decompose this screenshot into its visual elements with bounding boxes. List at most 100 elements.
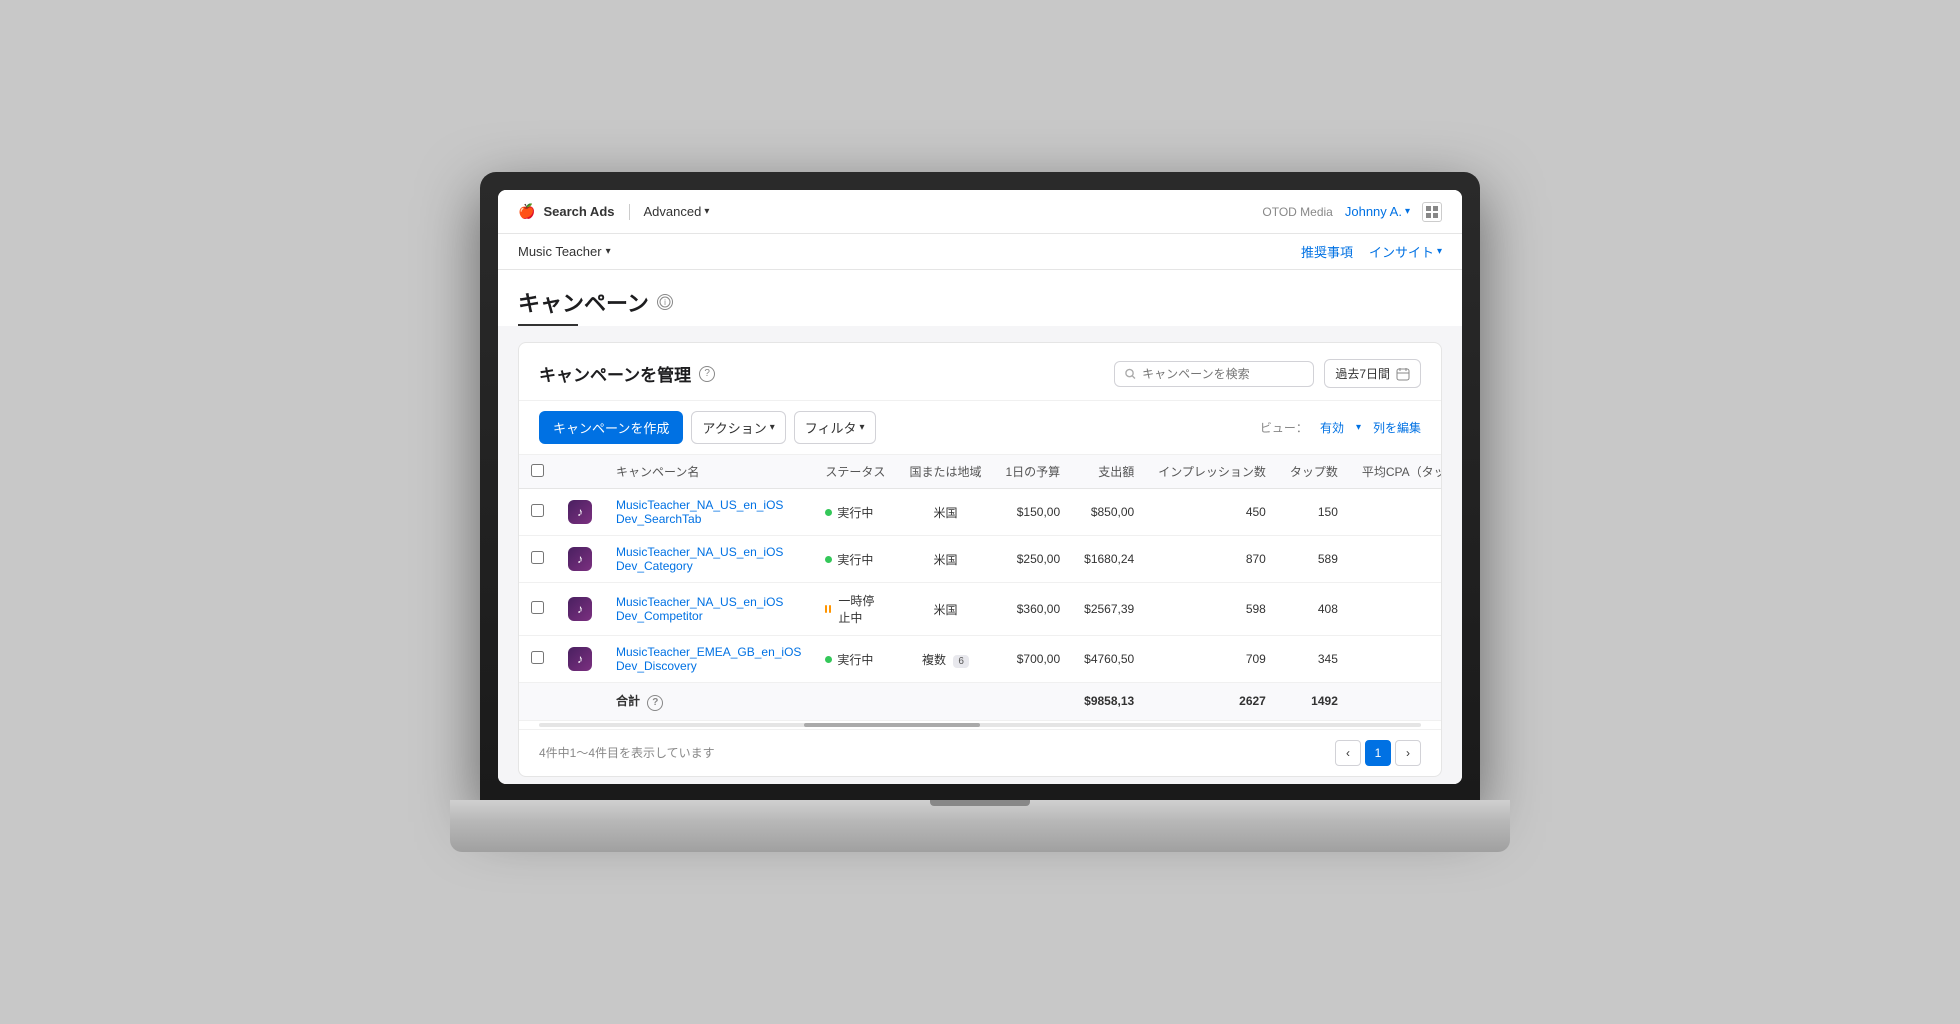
search-icon: [1125, 368, 1136, 380]
header-avg-cpa: 平均CPA（タップスルー）: [1350, 455, 1442, 489]
chevron-down-icon: ▾: [704, 206, 709, 217]
horizontal-scrollbar[interactable]: [539, 723, 1421, 727]
campaign-name-link[interactable]: MusicTeacher_NA_US_en_iOS Dev_SearchTab: [616, 498, 783, 526]
card-header: キャンペーンを管理 ?: [519, 343, 1441, 401]
header-region: 国または地域: [897, 455, 993, 489]
edit-columns-button[interactable]: 列を編集: [1373, 419, 1421, 436]
total-info-icon[interactable]: ?: [647, 695, 663, 711]
content-area: キャンペーンを管理 ?: [498, 326, 1462, 784]
pagination-controls: ‹ 1 ›: [1335, 740, 1421, 766]
section-info-icon[interactable]: ?: [699, 366, 715, 382]
daily-budget-value: $150,00: [993, 489, 1072, 536]
daily-budget-value: $250,00: [993, 536, 1072, 583]
date-filter-button[interactable]: 過去7日間: [1324, 359, 1421, 388]
filter-dropdown-button[interactable]: フィルタ ▾: [794, 411, 876, 444]
campaign-name-link[interactable]: MusicTeacher_EMEA_GB_en_iOS Dev_Discover…: [616, 645, 801, 673]
table-row: ♪ MusicTeacher_NA_US_en_iOS Dev_SearchTab…: [519, 489, 1442, 536]
view-value-button[interactable]: 有効: [1320, 419, 1344, 436]
app-icon: ♪: [568, 547, 592, 571]
search-ads-label: Search Ads: [543, 204, 614, 219]
campaign-search-input[interactable]: [1142, 367, 1303, 381]
header-impressions: インプレッション数: [1146, 455, 1278, 489]
user-menu-button[interactable]: Johnny A. ▾: [1345, 204, 1410, 219]
running-dot-icon: [825, 656, 832, 663]
header-campaign-name: キャンペーン名: [604, 455, 813, 489]
view-label: ビュー：: [1260, 419, 1308, 436]
spend-value: $2567,39: [1072, 583, 1146, 636]
campaign-name-link[interactable]: MusicTeacher_NA_US_en_iOS Dev_Competitor: [616, 595, 783, 623]
total-taps: 1492: [1278, 683, 1350, 721]
status-badge: 実行中: [825, 504, 873, 521]
table-row: ♪MusicTeacher_EMEA_GB_en_iOS Dev_Discove…: [519, 636, 1442, 683]
page-title-info-icon[interactable]: i: [657, 294, 673, 310]
region-value: 複数: [922, 653, 946, 667]
header-daily-budget: 1日の予算: [993, 455, 1072, 489]
header-checkbox-col: [519, 455, 556, 489]
total-row: 合計 ? $9858,13 2627 1492 $2,83: [519, 683, 1442, 721]
scrollbar-thumb: [804, 723, 980, 727]
total-spend: $9858,13: [1072, 683, 1146, 721]
nav-divider: [629, 204, 630, 220]
table-row: ♪ MusicTeacher_NA_US_en_iOS Dev_Competito…: [519, 583, 1442, 636]
status-badge: 一時停止中: [825, 592, 885, 626]
page-1-button[interactable]: 1: [1365, 740, 1391, 766]
search-box[interactable]: [1114, 361, 1314, 387]
prev-page-button[interactable]: ‹: [1335, 740, 1361, 766]
taps-value: 345: [1278, 636, 1350, 683]
pause-icon: [825, 605, 831, 613]
nav-right: OTOD Media Johnny A. ▾: [1262, 202, 1442, 222]
user-chevron-icon: ▾: [1405, 206, 1410, 217]
calendar-icon: [1396, 367, 1410, 381]
region-value: 米国: [933, 506, 957, 520]
avg-cpa-value: $2,05: [1350, 583, 1442, 636]
impressions-value: 598: [1146, 583, 1278, 636]
footer-notes: レポートにはリアルタイムのデータが表示されているわけではありません。過去3時間以…: [518, 777, 1442, 785]
row-checkbox-0[interactable]: [531, 504, 544, 517]
row-checkbox-2[interactable]: [531, 601, 544, 614]
org-label: OTOD Media: [1262, 205, 1332, 219]
action-dropdown-button[interactable]: アクション ▾: [691, 411, 785, 444]
app-chevron-icon: ▾: [606, 246, 611, 257]
daily-budget-value: $360,00: [993, 583, 1072, 636]
campaign-card: キャンペーンを管理 ?: [518, 342, 1442, 777]
view-chevron-icon: ▾: [1356, 422, 1361, 433]
spend-value: $850,00: [1072, 489, 1146, 536]
card-controls: 過去7日間: [1114, 359, 1421, 388]
apple-logo-icon: 🍎: [518, 203, 535, 220]
taps-value: 408: [1278, 583, 1350, 636]
insights-link[interactable]: インサイト: [1369, 242, 1434, 261]
app-icon: ♪: [568, 500, 592, 524]
layout-toggle-button[interactable]: [1422, 202, 1442, 222]
table-row: ♪MusicTeacher_NA_US_en_iOS Dev_Category …: [519, 536, 1442, 583]
daily-budget-value: $700,00: [993, 636, 1072, 683]
advanced-button[interactable]: Advanced ▾: [644, 204, 710, 219]
campaign-name-link[interactable]: MusicTeacher_NA_US_en_iOS Dev_Category: [616, 545, 783, 573]
running-dot-icon: [825, 509, 832, 516]
status-badge: 実行中: [825, 551, 873, 568]
page-header: キャンペーン i: [498, 270, 1462, 326]
next-page-button[interactable]: ›: [1395, 740, 1421, 766]
page-title-row: キャンペーン i: [518, 286, 1442, 318]
total-impressions: 2627: [1146, 683, 1278, 721]
filter-chevron-icon: ▾: [860, 422, 865, 433]
select-all-checkbox[interactable]: [531, 464, 544, 477]
page-title: キャンペーン: [518, 286, 649, 318]
row-checkbox-1[interactable]: [531, 551, 544, 564]
nav-left: 🍎 Search Ads Advanced ▾: [518, 203, 709, 220]
row-checkbox-3[interactable]: [531, 651, 544, 664]
table-body: ♪ MusicTeacher_NA_US_en_iOS Dev_SearchTab…: [519, 489, 1442, 721]
top-navigation: 🍎 Search Ads Advanced ▾ OTOD Media Jo: [498, 190, 1462, 234]
app-icon: ♪: [568, 597, 592, 621]
avg-cpa-value: $4,50: [1350, 636, 1442, 683]
recommendations-link[interactable]: 推奨事項: [1301, 242, 1353, 261]
create-campaign-button[interactable]: キャンペーンを作成: [539, 411, 683, 444]
spend-value: $1680,24: [1072, 536, 1146, 583]
sub-navigation: Music Teacher ▾ 推奨事項 インサイト ▾: [498, 234, 1462, 270]
pagination-area: 4件中1～4件目を表示しています ‹ 1 ›: [519, 729, 1441, 776]
taps-value: 150: [1278, 489, 1350, 536]
status-badge: 実行中: [825, 651, 873, 668]
app-selector-button[interactable]: Music Teacher ▾: [518, 244, 611, 259]
sub-nav-right: 推奨事項 インサイト ▾: [1301, 242, 1442, 261]
region-count-badge: 6: [953, 655, 969, 668]
impressions-value: 870: [1146, 536, 1278, 583]
